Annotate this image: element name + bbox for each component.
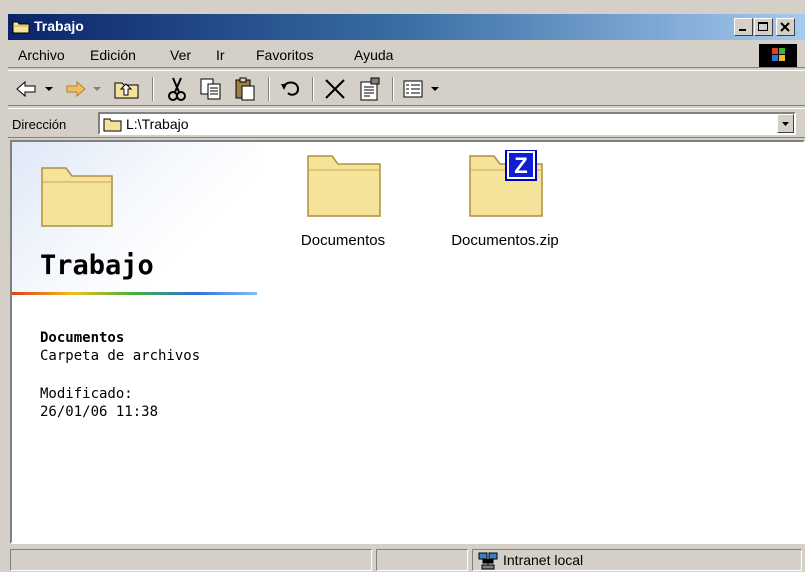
- back-arrow-icon: [16, 80, 53, 98]
- copy-icon: [200, 78, 221, 100]
- minimize-button[interactable]: [734, 18, 753, 36]
- close-icon: [780, 22, 790, 32]
- copy-button[interactable]: [194, 75, 228, 103]
- modified-label: Modificado:: [40, 386, 133, 402]
- properties-button[interactable]: [352, 75, 386, 103]
- menu-archivo[interactable]: Archivo: [18, 47, 65, 63]
- toolbar: [8, 70, 805, 106]
- toolbar-separator: [392, 77, 394, 101]
- close-button[interactable]: [776, 18, 795, 36]
- address-dropdown-button[interactable]: [777, 114, 794, 133]
- delete-icon: [325, 79, 345, 99]
- folder-icon: [103, 118, 122, 132]
- large-folder-icon: [41, 167, 113, 227]
- forward-button[interactable]: [60, 75, 106, 103]
- zip-folder-icon: Z: [469, 150, 543, 217]
- up-folder-icon: [114, 82, 139, 99]
- svg-text:Z: Z: [514, 153, 527, 178]
- zone-label: Intranet local: [503, 552, 584, 568]
- properties-icon: [360, 77, 380, 101]
- address-input[interactable]: L:\Trabajo: [98, 112, 796, 135]
- status-pane-size: [376, 549, 468, 571]
- file-label: Documentos.zip: [451, 232, 559, 249]
- status-pane-zone: Intranet local: [472, 549, 802, 571]
- maximize-button[interactable]: [754, 18, 773, 36]
- back-button[interactable]: [12, 75, 58, 103]
- info-panel: Trabajo Documentos Carpeta de archivos M…: [12, 142, 258, 542]
- folder-icon: [307, 155, 381, 217]
- file-label: Documentos: [300, 232, 386, 249]
- toolbar-separator: [312, 77, 314, 101]
- menu-ir[interactable]: Ir: [216, 47, 225, 63]
- folder-icon: [12, 21, 30, 34]
- delete-button[interactable]: [318, 75, 352, 103]
- paste-button[interactable]: [228, 75, 262, 103]
- status-bar: Intranet local: [8, 546, 805, 572]
- undo-icon: [281, 81, 300, 96]
- title-bar[interactable]: Trabajo: [8, 14, 805, 40]
- maximize-icon: [758, 22, 768, 31]
- explorer-window: Trabajo Archivo Edición Ver Ir Favoritos…: [8, 14, 805, 572]
- cut-button[interactable]: [160, 75, 194, 103]
- undo-button[interactable]: [274, 75, 308, 103]
- menu-bar: Archivo Edición Ver Ir Favoritos Ayuda: [8, 42, 805, 68]
- selected-item-name: Documentos: [40, 330, 125, 346]
- menu-edicion[interactable]: Edición: [90, 47, 136, 63]
- toolbar-separator: [268, 77, 270, 101]
- address-label: Dirección: [12, 117, 67, 132]
- menu-ver[interactable]: Ver: [170, 47, 191, 63]
- selected-item-type: Carpeta de archivos: [40, 348, 201, 364]
- rainbow-divider: [12, 292, 257, 295]
- toolbar-separator: [152, 77, 154, 101]
- menu-favoritos[interactable]: Favoritos: [256, 47, 314, 63]
- scissors-icon: [168, 77, 186, 101]
- folder-title: Trabajo: [40, 250, 154, 281]
- chevron-down-icon: [782, 122, 789, 126]
- content-area: Trabajo Documentos Carpeta de archivos M…: [10, 140, 805, 544]
- window-title: Trabajo: [34, 18, 84, 34]
- address-bar: Dirección L:\Trabajo: [8, 108, 805, 138]
- forward-arrow-icon: [66, 80, 101, 98]
- status-pane-main: [10, 549, 372, 571]
- address-value: L:\Trabajo: [126, 116, 189, 132]
- modified-date: 26/01/06 11:38: [40, 404, 159, 420]
- windows-flag-icon: [772, 48, 785, 61]
- minimize-icon: [739, 29, 746, 31]
- views-icon: [403, 80, 439, 98]
- views-button[interactable]: [398, 75, 448, 103]
- network-icon: [478, 552, 498, 570]
- up-folder-button[interactable]: [110, 75, 144, 103]
- menu-ayuda[interactable]: Ayuda: [354, 47, 393, 63]
- windows-logo: [759, 44, 797, 67]
- clipboard-icon: [235, 77, 255, 101]
